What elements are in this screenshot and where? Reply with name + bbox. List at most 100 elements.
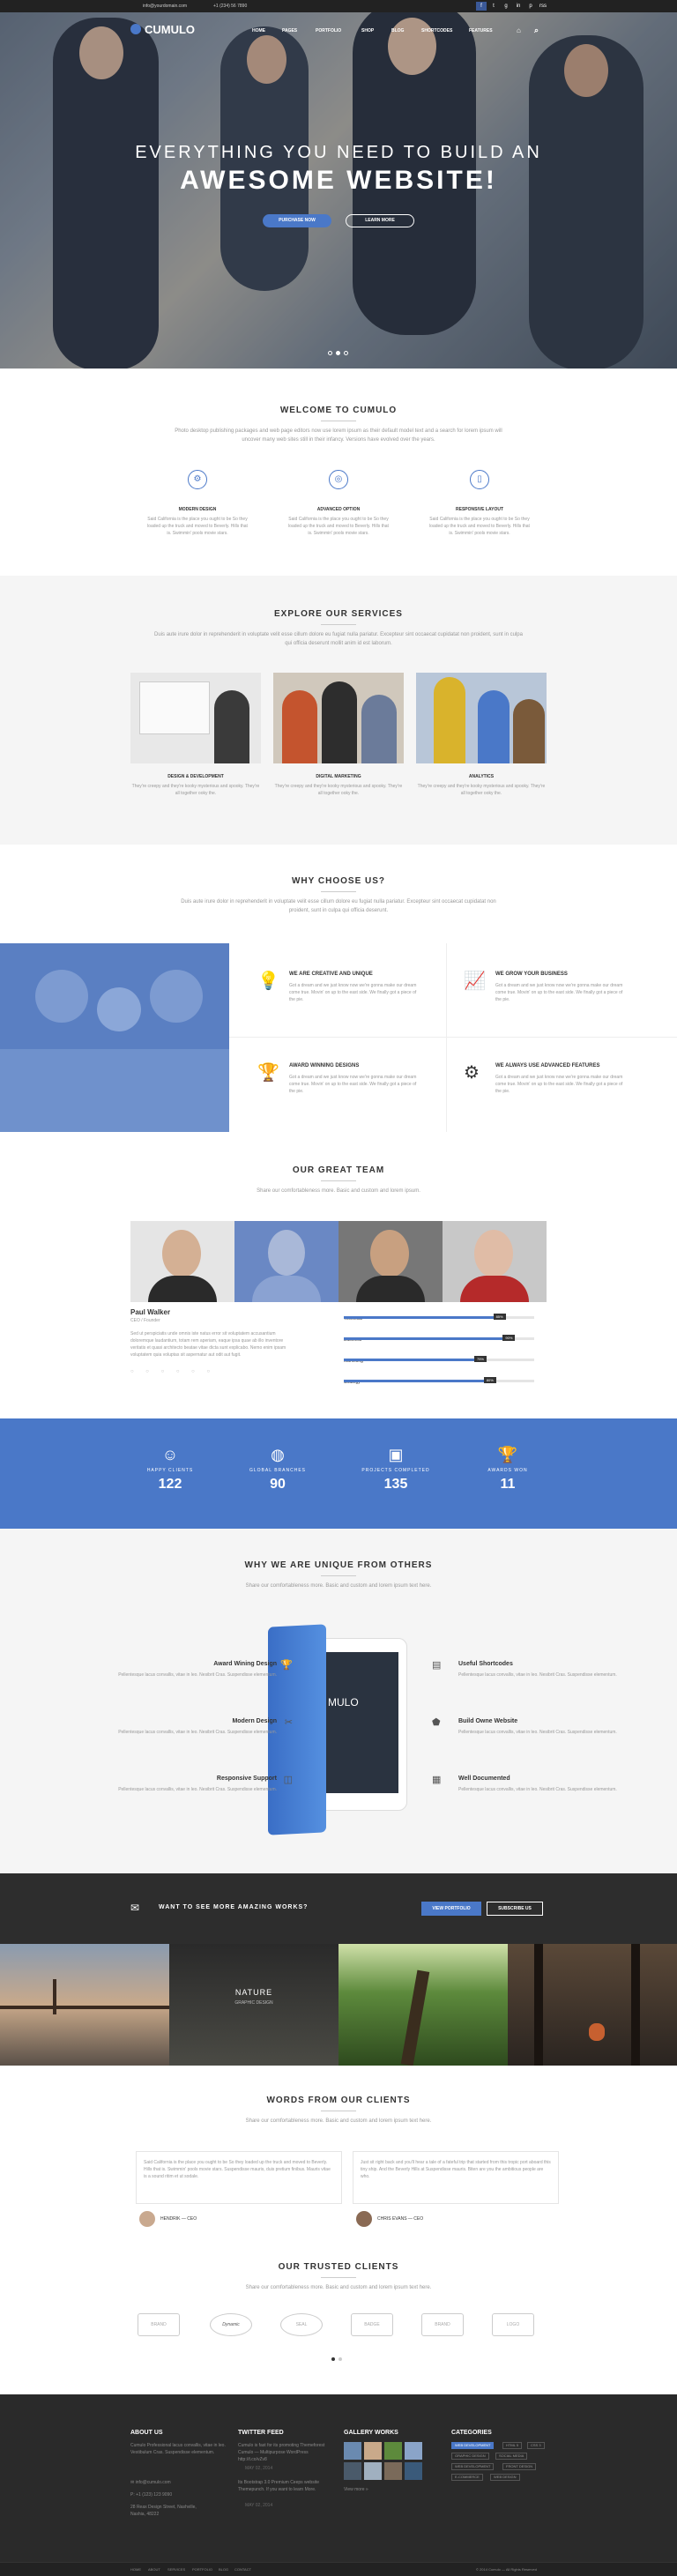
subscribe-button[interactable]: SUBSCRIBE US	[487, 1902, 543, 1916]
clients-subtitle: Share our comfortableness more. Basic an…	[245, 2285, 432, 2290]
purchase-button[interactable]: PURCHASE NOW	[263, 214, 331, 227]
service-text: They're creepy and they're kooky mysteri…	[417, 784, 546, 796]
tweet-date: MAY 02, 2014	[245, 2466, 273, 2471]
gallery-thumb[interactable]	[364, 2462, 382, 2480]
skill-fill	[344, 1359, 487, 1361]
slider-dot[interactable]	[344, 351, 348, 355]
gallery-thumb[interactable]	[405, 2462, 422, 2480]
gallery-thumb[interactable]	[344, 2442, 361, 2460]
client-logo[interactable]: Dynamic	[210, 2313, 252, 2336]
nav-shop[interactable]: SHOP	[361, 28, 374, 34]
search-icon[interactable]: ⌕	[534, 26, 539, 35]
nav-home[interactable]: HOME	[252, 28, 265, 34]
client-logo[interactable]: SEAL	[280, 2313, 323, 2336]
logo[interactable]: CUMULO	[130, 23, 195, 36]
divider	[321, 1575, 356, 1576]
gallery-thumb[interactable]	[344, 2462, 361, 2480]
clients-pager-dot[interactable]	[338, 2357, 342, 2361]
client-logo[interactable]: LOGO	[492, 2313, 534, 2336]
bottom-link[interactable]: HOME	[130, 2567, 141, 2572]
team-member-photo[interactable]	[338, 1221, 443, 1302]
client-logo[interactable]: BADGE	[351, 2313, 393, 2336]
email-link[interactable]: info@yourdomain.com	[130, 2, 203, 11]
feature-text: Said California is the place you ought t…	[429, 517, 530, 536]
category-tag[interactable]: WEB DEVELOPMENT	[451, 2442, 495, 2449]
service-image	[273, 673, 404, 763]
why-image	[0, 943, 229, 1132]
category-tag[interactable]: WEB DEVELOPMENT	[451, 2463, 495, 2470]
nav-features[interactable]: FEATURES	[469, 28, 493, 34]
cta-text: WANT TO SEE MORE AMAZING WORKS?	[159, 1904, 309, 1910]
nav-blog[interactable]: BLOG	[391, 28, 404, 34]
bottom-link[interactable]: PORTFOLIO	[192, 2567, 212, 2572]
divider	[321, 624, 356, 625]
feature-advanced-option: ◎ ADVANCED OPTION Said California is the…	[286, 470, 391, 537]
service-card[interactable]: ANALYTICS They're creepy and they're koo…	[416, 673, 547, 797]
gallery-item[interactable]	[508, 1944, 677, 2066]
skill-percent: 75%	[474, 1356, 487, 1362]
nav-pages[interactable]: PAGES	[282, 28, 297, 34]
gallery-thumb[interactable]	[384, 2442, 402, 2460]
slider-dot[interactable]	[328, 351, 332, 355]
gallery-thumb[interactable]	[405, 2442, 422, 2460]
gallery-more-link[interactable]: View more »	[344, 2486, 368, 2493]
unique-item: ◫ Responsive Support Pellentesque lacus …	[118, 1775, 293, 1793]
testimonial-card: Said California is the place you ought t…	[136, 2151, 342, 2230]
facebook-icon[interactable]: f	[476, 2, 487, 11]
category-tag[interactable]: E-COMMERCE	[451, 2474, 483, 2481]
bottom-link[interactable]: CONTACT	[234, 2567, 251, 2572]
rss-icon[interactable]: rss	[538, 2, 548, 11]
counter-awards: 🏆 AWARDS WON 11	[455, 1445, 561, 1493]
skill-bar: Technical 85%	[344, 1308, 534, 1324]
main-nav: CUMULO HOME PAGES PORTFOLIO SHOP BLOG SH…	[0, 12, 677, 48]
meeting-photo	[97, 987, 141, 1031]
linkedin-icon[interactable]: in	[513, 2, 524, 11]
logo-icon	[130, 24, 141, 34]
client-logo[interactable]: BRAND	[138, 2313, 180, 2336]
slider-dot[interactable]	[336, 351, 340, 355]
feature-title: RESPONSIVE LAYOUT	[456, 507, 503, 512]
bottom-link[interactable]: SERVICES	[167, 2567, 185, 2572]
category-tag[interactable]: GRAPHIC DESIGN	[451, 2453, 489, 2460]
service-image	[130, 673, 261, 763]
bottom-link[interactable]: BLOG	[219, 2567, 228, 2572]
skill-track: 85%	[344, 1314, 534, 1320]
clients-pager-dot[interactable]	[331, 2357, 335, 2361]
tree-trunk	[534, 1944, 543, 2066]
pinterest-icon[interactable]: p	[525, 2, 536, 11]
learn-more-button[interactable]: LEARN MORE	[346, 214, 414, 227]
team-member-photo[interactable]	[130, 1221, 234, 1302]
gallery-item[interactable]	[0, 1944, 169, 2066]
team-member-photo[interactable]	[443, 1221, 547, 1302]
bottom-link[interactable]: ABOUT	[148, 2567, 160, 2572]
gallery-thumb[interactable]	[384, 2462, 402, 2480]
briefcase-icon: ▣	[388, 1446, 404, 1463]
category-tag[interactable]: CSS 3	[527, 2442, 545, 2449]
team-member-photo[interactable]	[234, 1221, 338, 1302]
category-tag[interactable]: HTML 5	[502, 2442, 523, 2449]
feature-responsive-layout: ▯ RESPONSIVE LAYOUT Said California is t…	[427, 470, 532, 537]
gallery-thumb[interactable]	[364, 2442, 382, 2460]
why-subtitle: Duis aute irure dolor in reprehenderit i…	[181, 899, 496, 913]
category-tag[interactable]: SOCIAL MEDIA	[495, 2453, 528, 2460]
service-card[interactable]: DIGITAL MARKETING They're creepy and the…	[273, 673, 404, 797]
unique-item-text: Pellentesque lacus convallis, vitae in l…	[118, 1672, 277, 1678]
google-icon[interactable]: g	[501, 2, 511, 11]
category-tag[interactable]: FRONT DESIGN	[502, 2463, 537, 2470]
gallery-item[interactable]: NATURE GRAPHIC DESIGN	[169, 1944, 338, 2066]
gallery-item[interactable]	[338, 1944, 508, 2066]
client-logo[interactable]: BRAND	[421, 2313, 464, 2336]
devices-icon: ◫	[283, 1775, 293, 1785]
avatar	[139, 2211, 155, 2227]
nav-shortcodes[interactable]: SHORTCODES	[421, 28, 452, 34]
footer-email[interactable]: ✉ info@cumulo.com	[130, 2479, 171, 2486]
skill-track: 80%	[344, 1377, 534, 1383]
bridge-shape	[0, 2006, 169, 2009]
view-portfolio-button[interactable]: VIEW PORTFOLIO	[421, 1902, 481, 1916]
twitter-icon[interactable]: t	[488, 2, 499, 11]
nav-portfolio[interactable]: PORTFOLIO	[316, 28, 341, 34]
target-icon: ◎	[329, 470, 348, 489]
category-tag[interactable]: WEB DESIGN	[490, 2474, 520, 2481]
service-card[interactable]: DESIGN & DEVELOPMENT They're creepy and …	[130, 673, 261, 797]
cart-icon[interactable]: ⌂	[517, 26, 521, 34]
